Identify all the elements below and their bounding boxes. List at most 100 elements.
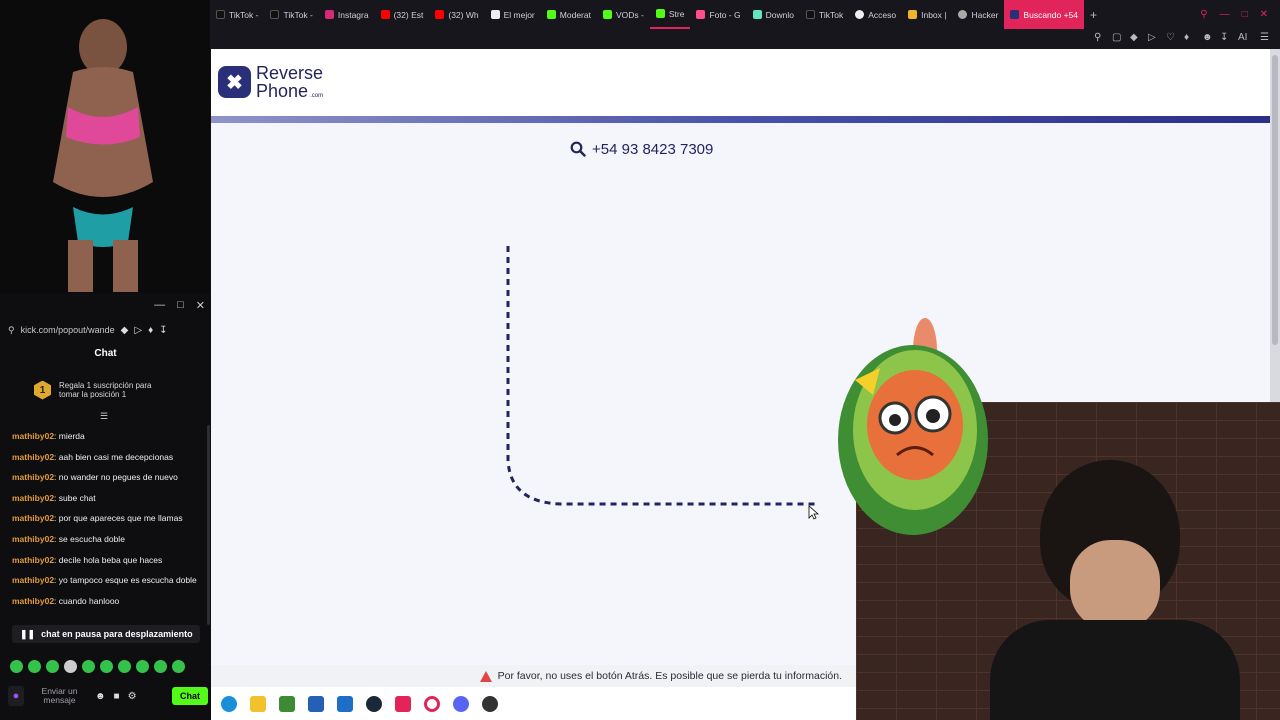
- store-icon[interactable]: ■: [114, 691, 120, 702]
- pause-icon: ❚❚: [20, 628, 36, 639]
- edge-icon[interactable]: [221, 695, 237, 712]
- filter-icon[interactable]: ☰: [100, 411, 112, 421]
- streamer-overlay-image: [0, 0, 210, 293]
- emote-icon[interactable]: [64, 660, 77, 673]
- chat-address-bar[interactable]: ⚲ kick.com/popout/wande ◆ ▷ ♦ ↧: [0, 320, 211, 340]
- emote-icon[interactable]: [172, 660, 185, 673]
- chat-username[interactable]: mathiby02: [12, 452, 54, 462]
- new-tab-button[interactable]: +: [1084, 8, 1103, 22]
- tab-favicon-icon: [855, 10, 865, 19]
- browser-tab[interactable]: Downlo: [747, 0, 800, 29]
- play-icon[interactable]: ▷: [1148, 32, 1158, 43]
- chat-username[interactable]: mathiby02: [12, 493, 54, 503]
- steam-icon[interactable]: [366, 695, 382, 712]
- browser-tab[interactable]: Instagra: [319, 0, 375, 29]
- emote-icon[interactable]: [136, 660, 149, 673]
- browser-tab[interactable]: Moderat: [541, 0, 597, 29]
- gift-sub-text: Regala 1 suscripción para tomar la posic…: [59, 381, 152, 399]
- lock-icon: ⚲: [8, 324, 15, 335]
- emote-icon[interactable]: [46, 660, 59, 673]
- gear-icon[interactable]: ⚙: [128, 691, 137, 702]
- tab-favicon-icon: [324, 10, 334, 19]
- shield-icon[interactable]: ◆: [121, 325, 129, 336]
- minimize-icon[interactable]: —: [1220, 9, 1230, 20]
- outlook-icon[interactable]: [337, 695, 353, 712]
- send-chat-button[interactable]: Chat: [172, 687, 208, 705]
- browser-tab[interactable]: TikTok -: [210, 0, 264, 29]
- logo-phone-icon: ✖: [226, 71, 243, 94]
- emote-icon[interactable]: [154, 660, 167, 673]
- chat-message: mathiby02: sube chat: [12, 492, 96, 503]
- site-header: [211, 49, 1270, 117]
- emote-icon[interactable]: [82, 660, 95, 673]
- snapshot-icon[interactable]: ▢: [1112, 32, 1122, 43]
- minimize-icon[interactable]: —: [154, 299, 165, 311]
- file-explorer-icon[interactable]: [250, 695, 266, 712]
- chat-username[interactable]: mathiby02: [12, 431, 54, 441]
- maximize-icon[interactable]: □: [1242, 9, 1248, 20]
- chat-message-input[interactable]: Enviar un mensaje: [32, 687, 87, 705]
- ai-button[interactable]: AI: [1238, 32, 1252, 43]
- obs-icon[interactable]: [482, 695, 498, 712]
- emote-icon[interactable]: [100, 660, 113, 673]
- browser-tab-active[interactable]: Buscando +54: [1004, 0, 1085, 29]
- mic-icon[interactable]: ●: [8, 686, 24, 706]
- opera-icon[interactable]: [424, 695, 440, 712]
- shield-icon[interactable]: ◆: [1130, 32, 1140, 43]
- emote-icon[interactable]: [118, 660, 131, 673]
- back-button-warning: Por favor, no uses el botón Atrás. Es po…: [211, 665, 856, 687]
- browser-tab[interactable]: VODs -: [597, 0, 650, 29]
- chat-message: mathiby02: no wander no pegues de nuevo: [12, 472, 178, 483]
- close-icon[interactable]: ✕: [1260, 9, 1268, 20]
- browser-tab[interactable]: Foto - G: [690, 0, 746, 29]
- discord-icon[interactable]: [453, 695, 469, 712]
- tab-favicon-icon: [435, 10, 445, 19]
- chat-paused-banner[interactable]: ❚❚ chat en pausa para desplazamiento: [12, 625, 200, 643]
- pin-icon[interactable]: ⚲: [1094, 32, 1104, 43]
- extensions-icon[interactable]: ♦: [1184, 32, 1194, 43]
- site-logo-text[interactable]: Reverse Phone .com: [256, 64, 323, 105]
- chat-username[interactable]: mathiby02: [12, 555, 54, 565]
- play-icon[interactable]: ▷: [134, 325, 142, 336]
- browser-tab[interactable]: Hacker: [952, 0, 1004, 29]
- emote-icon[interactable]: [10, 660, 23, 673]
- chat-username[interactable]: mathiby02: [12, 575, 54, 585]
- browser-tab[interactable]: (32) Est: [375, 0, 430, 29]
- browser-tab[interactable]: El mejor: [485, 0, 541, 29]
- browser-tab[interactable]: TikTok -: [264, 0, 318, 29]
- download-icon[interactable]: ↧: [159, 325, 167, 336]
- download-icon[interactable]: ↧: [1220, 32, 1230, 43]
- chat-message: mathiby02: mierda: [12, 431, 85, 441]
- tab-favicon-icon: [602, 10, 612, 19]
- browser-tab[interactable]: Acceso: [849, 0, 902, 29]
- browser-tab[interactable]: TikTok: [800, 0, 849, 29]
- chat-username[interactable]: mathiby02: [12, 596, 54, 606]
- dashboard-icon[interactable]: [395, 695, 411, 712]
- emoji-icon[interactable]: ☻: [95, 691, 106, 702]
- gift-sub-banner[interactable]: 1 Regala 1 suscripción para tomar la pos…: [0, 372, 211, 408]
- rank-badge-icon: 1: [34, 380, 51, 400]
- chat-username[interactable]: mathiby02: [12, 534, 54, 544]
- close-icon[interactable]: ✕: [196, 299, 205, 312]
- chat-username[interactable]: mathiby02: [12, 472, 54, 482]
- emote-icon[interactable]: [28, 660, 41, 673]
- maximize-icon[interactable]: □: [177, 299, 184, 311]
- page-scrollbar-thumb[interactable]: [1272, 55, 1278, 345]
- profile-icon[interactable]: ☻: [1202, 32, 1213, 43]
- chat-message: mathiby02: yo tampoco esque es escucha d…: [12, 575, 197, 586]
- minecraft-icon[interactable]: [279, 695, 295, 712]
- extensions-icon[interactable]: ♦: [148, 325, 153, 336]
- streamer-body: [990, 620, 1240, 720]
- heart-icon[interactable]: ♡: [1166, 32, 1176, 43]
- searched-phone-number: +54 93 8423 7309: [592, 140, 714, 158]
- browser-tab[interactable]: Inbox |: [902, 0, 952, 29]
- menu-icon[interactable]: ☰: [1260, 32, 1270, 43]
- search-tabs-icon[interactable]: ⚲: [1200, 9, 1207, 20]
- browser-tab[interactable]: Stre: [649, 0, 691, 29]
- app-icon[interactable]: [308, 695, 324, 712]
- mouse-cursor-icon: [808, 505, 820, 520]
- chat-username[interactable]: mathiby02: [12, 513, 54, 523]
- header-gradient-bar: [211, 116, 1270, 123]
- chat-scrollbar[interactable]: [207, 425, 210, 625]
- browser-tab[interactable]: (32) Wh: [429, 0, 484, 29]
